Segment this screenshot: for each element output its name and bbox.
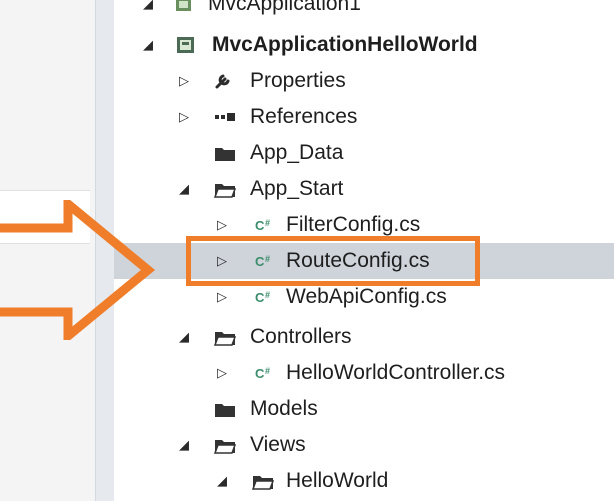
folder-open-icon: [213, 436, 237, 454]
svg-text:C: C: [255, 218, 265, 233]
tree-item-app-start[interactable]: ◢ App_Start: [114, 171, 614, 207]
expanded-arrow-icon[interactable]: ◢: [176, 329, 192, 345]
collapsed-arrow-icon[interactable]: ▷: [214, 217, 230, 233]
wrench-icon: [214, 72, 234, 90]
tree-item-label: Views: [250, 433, 306, 456]
svg-text:#: #: [265, 366, 270, 376]
expanded-arrow-icon[interactable]: ◢: [140, 0, 156, 12]
folder-open-icon: [213, 180, 237, 198]
svg-text:#: #: [265, 218, 270, 228]
arrow-right-icon: [0, 200, 156, 340]
folder-icon: [214, 144, 235, 162]
collapsed-arrow-icon[interactable]: ▷: [214, 365, 230, 381]
tree-item-helloworldcontroller[interactable]: ▷ C # HelloWorldController.cs: [114, 355, 614, 391]
csharp-file-icon: C #: [254, 288, 274, 306]
svg-text:C: C: [255, 366, 265, 381]
tree-item-label: Models: [250, 397, 318, 420]
tree-item-label: References: [250, 105, 358, 128]
svg-text:#: #: [265, 290, 270, 300]
tree-item-helloworld-folder[interactable]: ◢ HelloWorld: [114, 463, 614, 499]
folder-open-icon: [213, 328, 237, 346]
tree-item-label: App_Data: [250, 141, 344, 164]
tree-item-mvcapplication1[interactable]: ◢ MvcApplication1: [114, 0, 614, 22]
expanded-arrow-icon[interactable]: ◢: [176, 437, 192, 453]
tree-item-views[interactable]: ◢ Views: [114, 427, 614, 463]
collapsed-arrow-icon[interactable]: ▷: [214, 289, 230, 305]
csharp-file-icon: C #: [254, 216, 274, 234]
project-icon: [174, 0, 194, 13]
tree-item-label: Controllers: [250, 325, 352, 348]
tree-item-mvcapplicationhelloworld[interactable]: ◢ MvcApplicationHelloWorld: [114, 27, 614, 63]
highlight-box: [186, 236, 480, 286]
tree-item-label: MvcApplicationHelloWorld: [212, 33, 478, 56]
tree-item-references[interactable]: ▷ References: [114, 99, 614, 135]
expanded-arrow-icon[interactable]: ◢: [214, 473, 230, 489]
tree-item-properties[interactable]: ▷ Properties: [114, 63, 614, 99]
svg-text:C: C: [255, 290, 265, 305]
tree-item-app-data[interactable]: App_Data: [114, 135, 614, 171]
csharp-file-icon: C #: [254, 364, 274, 382]
expanded-arrow-icon[interactable]: ◢: [176, 181, 192, 197]
collapsed-arrow-icon[interactable]: ▷: [176, 109, 192, 125]
tree-item-controllers[interactable]: ◢ Controllers: [114, 319, 614, 355]
tree-item-label: HelloWorldController.cs: [286, 361, 506, 384]
tree-item-label: Properties: [250, 69, 346, 92]
project-icon: [176, 36, 196, 54]
tree-item-label: WebApiConfig.cs: [286, 285, 447, 308]
folder-open-icon: [251, 472, 275, 490]
tree-item-label: FilterConfig.cs: [286, 213, 421, 236]
references-icon: [214, 108, 235, 126]
tree-item-label: App_Start: [250, 177, 344, 200]
expanded-arrow-icon[interactable]: ◢: [140, 37, 156, 53]
folder-icon: [214, 400, 235, 418]
tree-item-label: MvcApplication1: [208, 0, 361, 15]
collapsed-arrow-icon[interactable]: ▷: [176, 73, 192, 89]
tree-item-label: HelloWorld: [286, 469, 389, 492]
tree-item-models[interactable]: Models: [114, 391, 614, 427]
